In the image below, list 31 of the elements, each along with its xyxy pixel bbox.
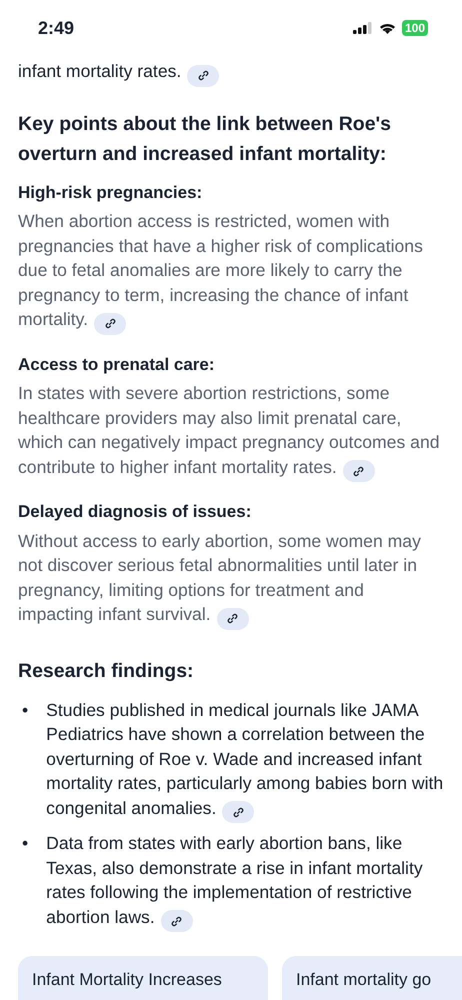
link-icon (232, 806, 244, 818)
battery-icon: 100 (402, 20, 428, 36)
citation-link[interactable] (342, 460, 375, 482)
citation-link[interactable] (160, 910, 193, 932)
bullet-marker: • (22, 698, 28, 722)
point-text: Without access to early abortion, some women may not discover serious fetal abnormalities until later in pregnancy, limiting options for treatment and impacting infant survival. (18, 528, 444, 630)
point-title: Delayed diagnosis of issues: (18, 501, 252, 523)
link-icon (198, 70, 209, 81)
point-text: In states with severe abortion restrictions, some healthcare providers may also limit prenatal care, which can negatively impact pregnancy outcomes and contribute to higher infant mortality rates. (18, 381, 444, 482)
point-title: Access to prenatal care: (18, 354, 216, 376)
wifi-icon (378, 22, 396, 34)
link-icon (227, 613, 238, 624)
point-title: High-risk pregnancies: (18, 182, 204, 204)
section-heading: Research findings: (18, 658, 195, 684)
link-icon (353, 466, 364, 476)
citation-link[interactable] (187, 64, 220, 86)
section-heading: Key points about the link between Roe's overturn and increased infant mortality: (18, 112, 392, 166)
source-card[interactable]: Infant Mortality Increases (18, 956, 268, 1000)
answer-text: infant mortality rates. (18, 59, 444, 86)
signal-icon (352, 22, 373, 34)
clock-time: 2:49 (38, 18, 74, 38)
bullet-text: Studies published in medical journals like JAMA Pediatrics have shown a correlation between the overturning of Roe v. Wade and increased infant mortality rates, particularly among babies born with congenital anomalies. (46, 698, 444, 823)
bullet-text: Data from states with early abortion bans, like Texas, also demonstrate a rise in infant mortality rates following the implementation of restrictive abortion laws. (46, 831, 444, 932)
bullet-marker: • (22, 832, 28, 855)
link-icon (171, 916, 182, 926)
citation-link[interactable] (216, 608, 249, 630)
citation-link[interactable] (94, 312, 126, 334)
source-card[interactable]: Infant mortality go (282, 956, 462, 1000)
link-icon (104, 318, 116, 329)
citation-link[interactable] (222, 801, 254, 823)
point-text: When abortion access is restricted, women with pregnancies that have a higher risk of complications due to fetal anomalies are more likely to carry the pregnancy to term, increasing the chance of infant mortality. (18, 209, 444, 334)
